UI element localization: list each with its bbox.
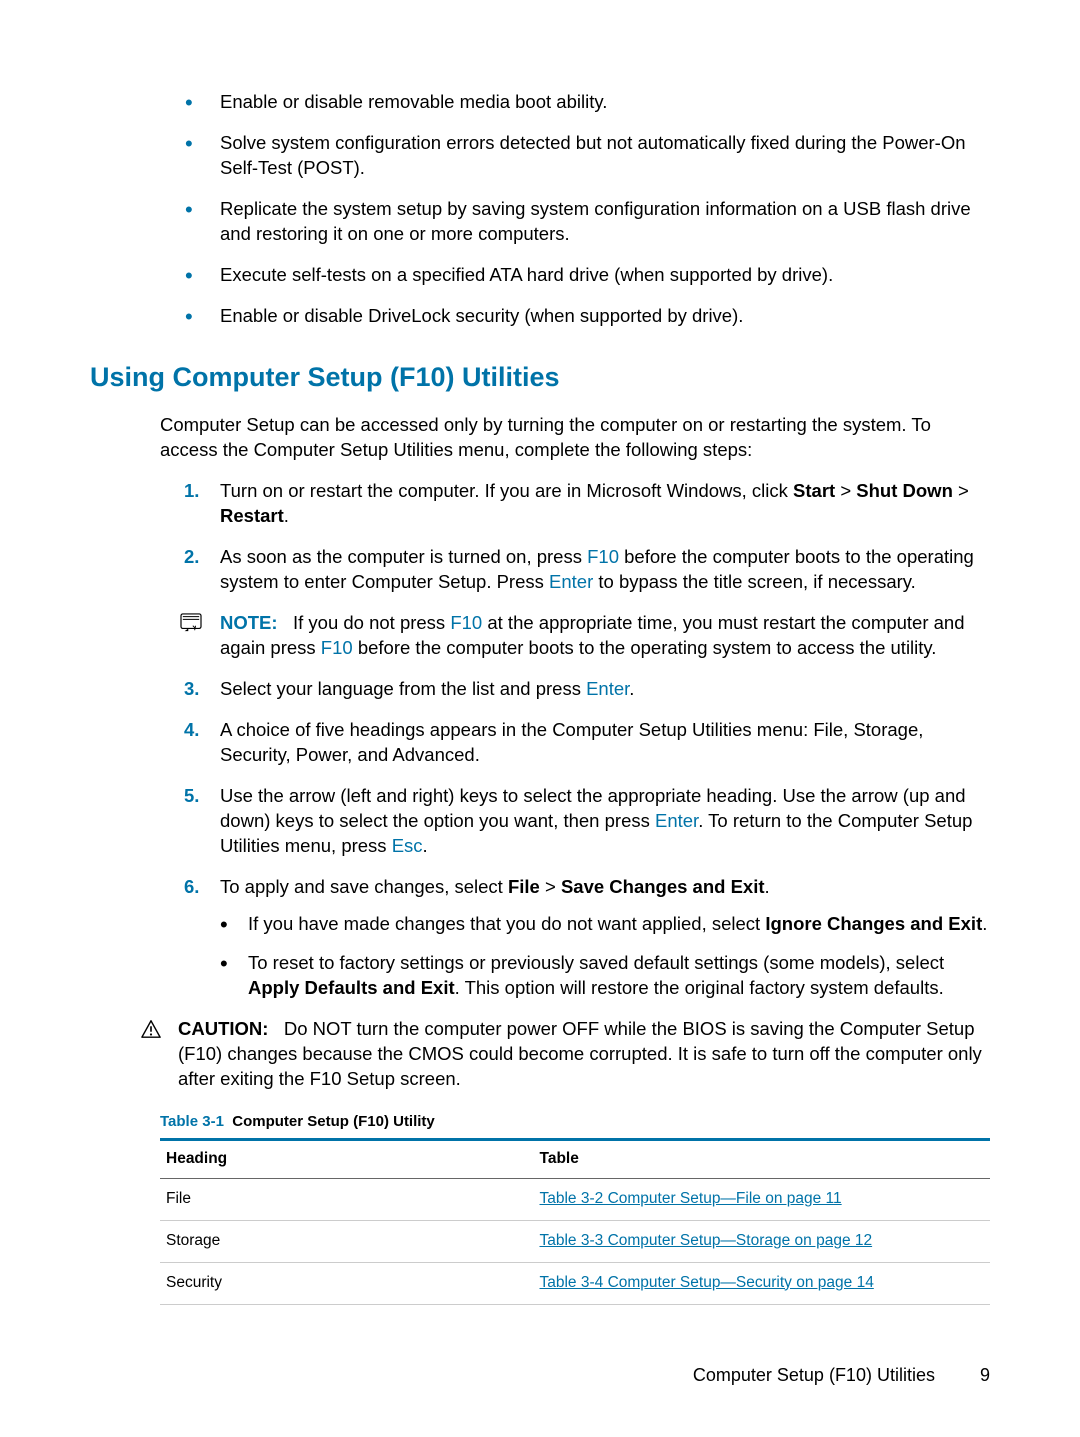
list-item: Enable or disable DriveLock security (wh… — [190, 304, 990, 329]
step-5: 5. Use the arrow (left and right) keys t… — [190, 784, 990, 859]
text-fragment: To apply and save changes, select — [220, 876, 508, 897]
page-footer: Computer Setup (F10) Utilities 9 — [693, 1363, 990, 1387]
page-content: Enable or disable removable media boot a… — [90, 90, 990, 1305]
step-number: 1. — [184, 479, 199, 504]
text-fragment: . — [284, 505, 289, 526]
table-title: Computer Setup (F10) Utility — [232, 1113, 435, 1130]
key-name: Enter — [655, 810, 698, 831]
step-text: Use the arrow (left and right) keys to s… — [220, 785, 972, 856]
footer-title: Computer Setup (F10) Utilities — [693, 1365, 935, 1385]
cell-link[interactable]: Table 3-2 Computer Setup—File on page 11 — [534, 1178, 991, 1220]
steps-list-continued: 3. Select your language from the list an… — [190, 677, 990, 1001]
column-header: Heading — [160, 1139, 534, 1178]
key-name: F10 — [450, 612, 482, 633]
list-item: Execute self-tests on a specified ATA ha… — [190, 263, 990, 288]
caution-body: CAUTION: Do NOT turn the computer power … — [178, 1018, 982, 1089]
text-fragment: To reset to factory settings or previous… — [248, 952, 944, 973]
step-text: As soon as the computer is turned on, pr… — [220, 546, 974, 592]
text-fragment: to bypass the title screen, if necessary… — [593, 571, 916, 592]
bold-text: Apply Defaults and Exit — [248, 977, 455, 998]
note-icon — [180, 613, 210, 633]
step-number: 2. — [184, 545, 199, 570]
list-item: Replicate the system setup by saving sys… — [190, 197, 990, 247]
steps-list: 1. Turn on or restart the computer. If y… — [190, 479, 990, 595]
text-fragment: . — [423, 835, 428, 856]
text-fragment: If you do not press — [293, 612, 450, 633]
step-number: 5. — [184, 784, 199, 809]
cell-link[interactable]: Table 3-4 Computer Setup—Security on pag… — [534, 1262, 991, 1304]
text-fragment: . — [982, 913, 987, 934]
page-number: 9 — [980, 1365, 990, 1385]
data-table: Heading Table File Table 3-2 Computer Se… — [160, 1138, 990, 1305]
text-fragment: > — [540, 876, 561, 897]
text-fragment: . This option will restore the original … — [455, 977, 944, 998]
caution-icon — [140, 1019, 170, 1039]
cell-heading: Security — [160, 1262, 534, 1304]
cell-heading: File — [160, 1178, 534, 1220]
step-4: 4. A choice of five headings appears in … — [190, 718, 990, 768]
step-6: 6. To apply and save changes, select Fil… — [190, 875, 990, 1001]
step-number: 3. — [184, 677, 199, 702]
bullet-text: Enable or disable removable media boot a… — [220, 91, 607, 112]
cell-heading: Storage — [160, 1220, 534, 1262]
bold-text: Ignore Changes and Exit — [765, 913, 982, 934]
list-item: To reset to factory settings or previous… — [220, 951, 990, 1001]
table-row: File Table 3-2 Computer Setup—File on pa… — [160, 1178, 990, 1220]
key-name: Enter — [586, 678, 629, 699]
bold-text: Save Changes and Exit — [561, 876, 765, 897]
text-fragment: . — [629, 678, 634, 699]
table-ref: Table 3-1 — [160, 1113, 224, 1130]
list-item: Enable or disable removable media boot a… — [190, 90, 990, 115]
table-row: Security Table 3-4 Computer Setup—Securi… — [160, 1262, 990, 1304]
step-text: To apply and save changes, select File >… — [220, 876, 770, 897]
text-fragment: . — [765, 876, 770, 897]
step-number: 6. — [184, 875, 199, 900]
section-heading: Using Computer Setup (F10) Utilities — [90, 359, 990, 395]
top-bullet-list: Enable or disable removable media boot a… — [190, 90, 990, 329]
key-name: F10 — [587, 546, 619, 567]
table-row: Storage Table 3-3 Computer Setup—Storage… — [160, 1220, 990, 1262]
text-fragment: If you have made changes that you do not… — [248, 913, 765, 934]
bullet-text: Enable or disable DriveLock security (wh… — [220, 305, 743, 326]
bullet-text: Replicate the system setup by saving sys… — [220, 198, 971, 244]
caution-label: CAUTION: — [178, 1018, 268, 1039]
table-container: Table 3-1 Computer Setup (F10) Utility H… — [160, 1112, 990, 1305]
table-header-row: Heading Table — [160, 1139, 990, 1178]
text-fragment: As soon as the computer is turned on, pr… — [220, 546, 587, 567]
table-caption: Table 3-1 Computer Setup (F10) Utility — [160, 1112, 990, 1132]
step-3: 3. Select your language from the list an… — [190, 677, 990, 702]
key-name: F10 — [321, 637, 353, 658]
step-2: 2. As soon as the computer is turned on,… — [190, 545, 990, 595]
column-header: Table — [534, 1139, 991, 1178]
step-1: 1. Turn on or restart the computer. If y… — [190, 479, 990, 529]
step-text: A choice of five headings appears in the… — [220, 719, 923, 765]
note-label: NOTE: — [220, 612, 278, 633]
text-fragment: Turn on or restart the computer. If you … — [220, 480, 793, 501]
cell-link[interactable]: Table 3-3 Computer Setup—Storage on page… — [534, 1220, 991, 1262]
bold-text: Restart — [220, 505, 284, 526]
note-body: NOTE: If you do not press F10 at the app… — [220, 612, 965, 658]
note-callout: NOTE: If you do not press F10 at the app… — [190, 611, 990, 661]
intro-paragraph: Computer Setup can be accessed only by t… — [160, 413, 990, 463]
bold-text: Start — [793, 480, 835, 501]
step-number: 4. — [184, 718, 199, 743]
text-fragment: before the computer boots to the operati… — [353, 637, 937, 658]
bold-text: Shut Down — [856, 480, 953, 501]
step-text: Turn on or restart the computer. If you … — [220, 480, 969, 526]
step-text: Select your language from the list and p… — [220, 678, 634, 699]
text-fragment: Select your language from the list and p… — [220, 678, 586, 699]
text-fragment: Do NOT turn the computer power OFF while… — [178, 1018, 982, 1089]
text-fragment: > — [953, 480, 969, 501]
text-fragment: > — [835, 480, 856, 501]
caution-callout: CAUTION: Do NOT turn the computer power … — [150, 1017, 990, 1092]
key-name: Enter — [549, 571, 593, 592]
bold-text: File — [508, 876, 540, 897]
list-item: If you have made changes that you do not… — [220, 912, 990, 937]
substep-list: If you have made changes that you do not… — [220, 912, 990, 1001]
key-name: Esc — [392, 835, 423, 856]
bullet-text: Solve system configuration errors detect… — [220, 132, 966, 178]
list-item: Solve system configuration errors detect… — [190, 131, 990, 181]
bullet-text: Execute self-tests on a specified ATA ha… — [220, 264, 833, 285]
